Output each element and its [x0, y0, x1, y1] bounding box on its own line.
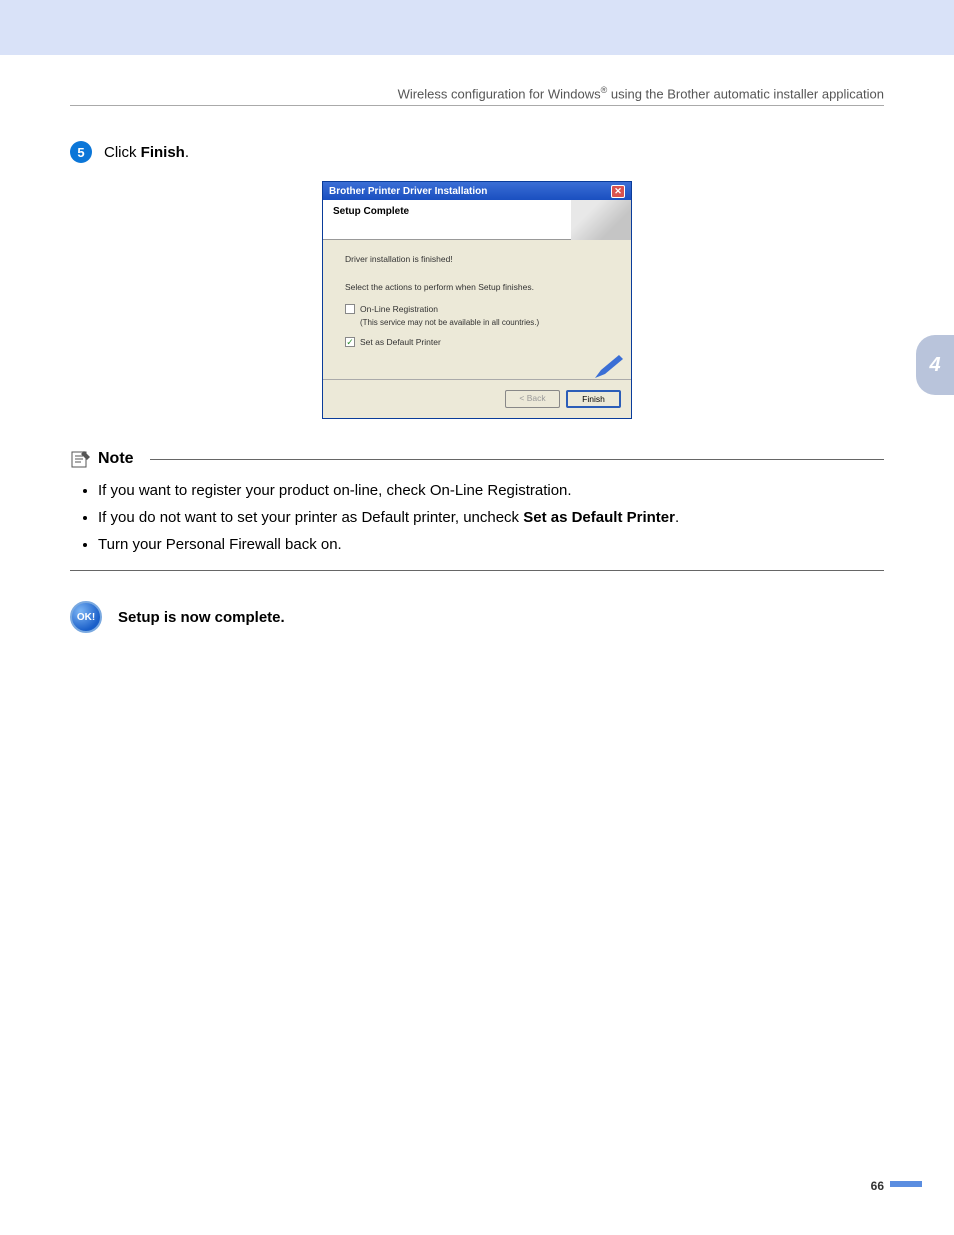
step-text: Click Finish. [104, 144, 189, 161]
note-item-bold: Set as Default Printer [523, 509, 675, 526]
top-banner [0, 0, 954, 55]
page-accent [890, 1181, 922, 1187]
chapter-tab: 4 [916, 335, 954, 395]
note-item-suffix: . [675, 509, 679, 526]
note-icon [70, 449, 92, 469]
ok-badge-icon: OK! [70, 601, 102, 633]
dialog-title: Brother Printer Driver Installation [329, 186, 487, 197]
note-item: Turn your Personal Firewall back on. [98, 531, 884, 558]
note-title: Note [98, 450, 134, 468]
dialog-body: Driver installation is finished! Select … [323, 240, 631, 380]
dialog-header-image [571, 200, 631, 240]
note-item-prefix: If you do not want to set your printer a… [98, 509, 523, 526]
page-number: 66 [871, 1179, 884, 1193]
dialog-titlebar: Brother Printer Driver Installation ✕ [323, 182, 631, 200]
header-suffix: using the Brother automatic installer ap… [607, 86, 884, 101]
checkbox-registration[interactable] [345, 304, 355, 314]
note-block: Note If you want to register your produc… [70, 449, 884, 571]
checkbox-row-default-printer: Set as Default Printer [345, 337, 609, 347]
step-text-suffix: . [185, 144, 189, 161]
step-text-bold: Finish [141, 144, 185, 161]
note-item: If you do not want to set your printer a… [98, 504, 884, 531]
note-header: Note [70, 449, 884, 469]
header-prefix: Wireless configuration for Windows [398, 86, 601, 101]
dialog-footer: < Back Finish [323, 380, 631, 418]
back-button: < Back [505, 390, 560, 408]
checkbox-default-printer[interactable] [345, 337, 355, 347]
complete-text: Setup is now complete. [118, 609, 285, 626]
arrow-icon [589, 352, 623, 385]
checkbox-registration-label: On-Line Registration [360, 304, 438, 314]
checkbox-registration-sub: (This service may not be available in al… [360, 318, 609, 327]
checkbox-row-registration: On-Line Registration [345, 304, 609, 314]
dialog-line2: Select the actions to perform when Setup… [345, 282, 609, 292]
installer-dialog: Brother Printer Driver Installation ✕ Se… [322, 181, 632, 419]
note-item: If you want to register your product on-… [98, 477, 884, 504]
screenshot-wrap: Brother Printer Driver Installation ✕ Se… [70, 181, 884, 419]
note-rule-top [150, 459, 884, 460]
close-icon[interactable]: ✕ [611, 185, 625, 198]
note-rule-bottom [70, 570, 884, 571]
note-list: If you want to register your product on-… [98, 477, 884, 558]
dialog-header: Setup Complete [323, 200, 631, 240]
step-number-badge: 5 [70, 141, 92, 163]
finish-button[interactable]: Finish [566, 390, 621, 408]
checkbox-default-printer-label: Set as Default Printer [360, 337, 441, 347]
complete-row: OK! Setup is now complete. [70, 601, 884, 633]
step-text-prefix: Click [104, 144, 141, 161]
dialog-heading: Setup Complete [333, 206, 409, 217]
page-header: Wireless configuration for Windows® usin… [70, 85, 884, 106]
dialog-line1: Driver installation is finished! [345, 254, 609, 264]
step-row: 5 Click Finish. [70, 141, 884, 163]
